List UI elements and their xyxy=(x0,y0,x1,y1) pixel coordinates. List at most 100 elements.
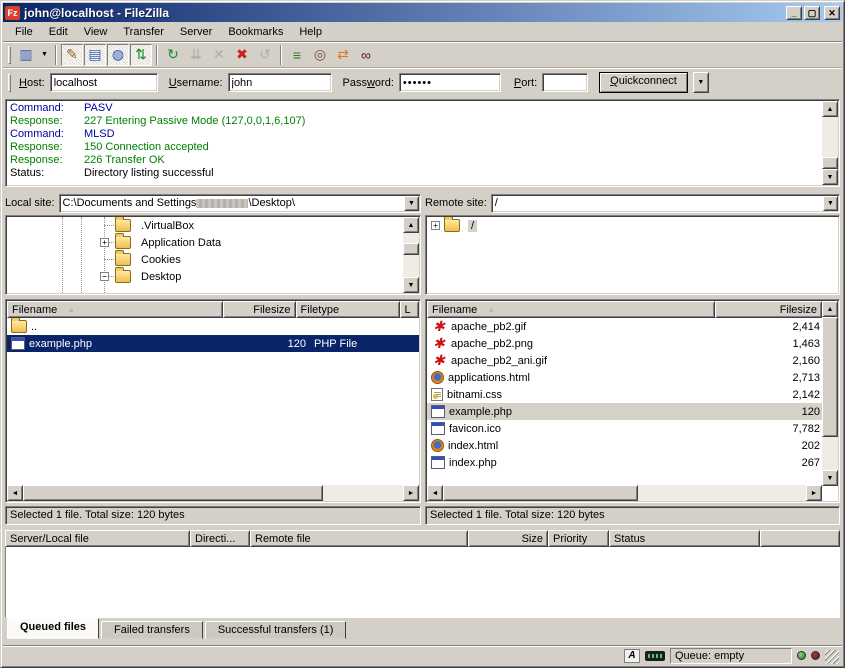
file-row[interactable]: apache_pb2_ani.gif 2,160 xyxy=(427,352,822,369)
toolbar-button-icon[interactable]: ↺ xyxy=(254,44,276,66)
toolbar-button-icon[interactable]: ⇄ xyxy=(332,44,354,66)
close-button[interactable]: ✕ xyxy=(824,6,840,20)
minimize-button[interactable]: _ xyxy=(786,6,802,20)
log-scrollbar[interactable]: ▲ ▼ xyxy=(822,101,838,185)
toolbar-button-icon[interactable]: ∞ xyxy=(355,44,377,66)
column-header-filename[interactable]: Filename▲ xyxy=(427,301,715,318)
toolbar-button-icon[interactable]: ≡ xyxy=(286,44,308,66)
scrollbar-thumb[interactable] xyxy=(443,485,638,501)
menu-item[interactable]: Edit xyxy=(41,24,76,40)
menu-item[interactable]: File xyxy=(7,24,41,40)
file-row[interactable]: apache_pb2.png 1,463 xyxy=(427,335,822,352)
toolbar-button-icon[interactable]: ✎ xyxy=(61,44,83,66)
scroll-left-icon[interactable]: ◄ xyxy=(7,485,23,501)
toolbar-button-icon[interactable]: ↻ xyxy=(162,44,184,66)
scrollbar-thumb[interactable] xyxy=(403,243,419,255)
queue-column-header[interactable] xyxy=(760,530,840,547)
tree-item[interactable]: − Desktop xyxy=(7,268,403,285)
password-input[interactable] xyxy=(399,73,501,92)
column-header-filename[interactable]: Filename▲ xyxy=(7,301,223,318)
toolbar-button-icon[interactable]: ✖ xyxy=(231,44,253,66)
file-row[interactable]: example.php 120 PHP File 1 xyxy=(7,335,419,352)
file-row[interactable]: example.php 120 xyxy=(427,403,822,420)
toolbar-button-icon[interactable] xyxy=(280,45,282,65)
queue-column-header[interactable]: Size xyxy=(468,530,548,547)
file-row[interactable]: applications.html 2,713 xyxy=(427,369,822,386)
scroll-up-icon[interactable]: ▲ xyxy=(822,101,838,117)
file-row[interactable]: favicon.ico 7,782 xyxy=(427,420,822,437)
menu-item[interactable]: Transfer xyxy=(115,24,172,40)
scroll-down-icon[interactable]: ▼ xyxy=(822,470,838,486)
menu-item[interactable]: Server xyxy=(172,24,220,40)
tree-expander[interactable]: + xyxy=(431,221,440,230)
toolbar-grip[interactable] xyxy=(8,46,11,64)
toolbar-button-icon[interactable] xyxy=(156,45,158,65)
scroll-right-icon[interactable]: ► xyxy=(403,485,419,501)
queue-column-header[interactable]: Server/Local file xyxy=(5,530,190,547)
scroll-down-icon[interactable]: ▼ xyxy=(822,169,838,185)
speed-limit-icon[interactable] xyxy=(645,651,665,661)
scroll-right-icon[interactable]: ► xyxy=(806,485,822,501)
file-row[interactable]: apache_pb2.gif 2,414 xyxy=(427,318,822,335)
scroll-up-icon[interactable]: ▲ xyxy=(403,217,419,233)
scrollbar-thumb[interactable] xyxy=(23,485,323,501)
queue-tab[interactable]: Queued files xyxy=(7,618,99,639)
tree-expander[interactable]: − xyxy=(100,272,109,281)
toolbar-button-icon[interactable]: ◍ xyxy=(107,44,129,66)
queue-column-header[interactable]: Status xyxy=(609,530,760,547)
quickconnect-button[interactable]: Quickconnect xyxy=(599,72,688,93)
resize-grip[interactable] xyxy=(825,650,839,664)
tree-item[interactable]: + Application Data xyxy=(7,234,403,251)
scroll-left-icon[interactable]: ◄ xyxy=(427,485,443,501)
combo-arrow-icon[interactable]: ▼ xyxy=(404,196,419,211)
toolbar-button-icon[interactable] xyxy=(55,45,57,65)
file-row[interactable]: index.php 267 xyxy=(427,454,822,471)
filesize: 1,463 xyxy=(716,335,822,352)
local-list-hscrollbar[interactable]: ◄ ► xyxy=(7,485,419,501)
scrollbar-thumb[interactable] xyxy=(822,317,838,437)
scrollbar-thumb[interactable] xyxy=(822,157,838,169)
transfer-type-icon[interactable]: A xyxy=(624,649,640,663)
toolbar-button-icon[interactable]: ⇅ xyxy=(130,44,152,66)
queue-tab[interactable]: Successful transfers (1) xyxy=(205,621,347,639)
menu-item[interactable]: Bookmarks xyxy=(220,24,291,40)
menu-item[interactable]: Help xyxy=(291,24,330,40)
column-header-lastmodified[interactable]: L xyxy=(400,301,419,318)
filesize: 120 xyxy=(716,403,822,420)
toolbar-button-icon[interactable]: ⇊ xyxy=(185,44,207,66)
username-input[interactable] xyxy=(228,73,332,92)
file-row[interactable]: .. xyxy=(7,318,419,335)
column-header-filetype[interactable]: Filetype xyxy=(296,301,400,318)
menu-item[interactable]: View xyxy=(76,24,116,40)
port-input[interactable] xyxy=(542,73,588,92)
host-input[interactable] xyxy=(50,73,158,92)
local-tree-scrollbar[interactable]: ▲ ▼ xyxy=(403,217,419,293)
queue-column-header[interactable]: Remote file xyxy=(250,530,468,547)
combo-arrow-icon[interactable]: ▼ xyxy=(823,196,838,211)
toolbar-button-icon[interactable]: ▤ xyxy=(84,44,106,66)
toolbar-button-icon[interactable]: ◎ xyxy=(309,44,331,66)
remote-site-combo[interactable]: / ▼ xyxy=(491,194,840,213)
quickbar-grip[interactable] xyxy=(8,74,11,92)
quickconnect-dropdown[interactable]: ▼ xyxy=(693,72,709,93)
tree-expander[interactable]: + xyxy=(100,238,109,247)
queue-column-header[interactable]: Priority xyxy=(548,530,609,547)
scroll-down-icon[interactable]: ▼ xyxy=(403,277,419,293)
maximize-button[interactable]: ▢ xyxy=(804,6,820,20)
toolbar-button-icon[interactable]: ▼ xyxy=(38,44,51,66)
tree-item[interactable]: Cookies xyxy=(7,251,403,268)
remote-list-hscrollbar[interactable]: ◄ ► xyxy=(427,485,822,501)
toolbar-button-icon[interactable]: ▥ xyxy=(15,44,37,66)
column-header-filesize[interactable]: Filesize xyxy=(715,301,822,318)
toolbar-button-icon[interactable]: ✕ xyxy=(208,44,230,66)
file-row[interactable]: index.html 202 xyxy=(427,437,822,454)
file-row[interactable]: bitnami.css 2,142 xyxy=(427,386,822,403)
column-header-filesize[interactable]: Filesize xyxy=(223,301,296,318)
remote-list-scrollbar[interactable]: ▲ ▼ xyxy=(822,301,838,486)
scroll-up-icon[interactable]: ▲ xyxy=(822,301,838,317)
local-site-combo[interactable]: C:\Documents and Settings\Desktop\ ▼ xyxy=(59,194,421,213)
tree-item[interactable]: + / xyxy=(427,217,838,234)
queue-tab[interactable]: Failed transfers xyxy=(101,621,203,639)
queue-column-header[interactable]: Directi... xyxy=(190,530,250,547)
tree-item[interactable]: .VirtualBox xyxy=(7,217,403,234)
